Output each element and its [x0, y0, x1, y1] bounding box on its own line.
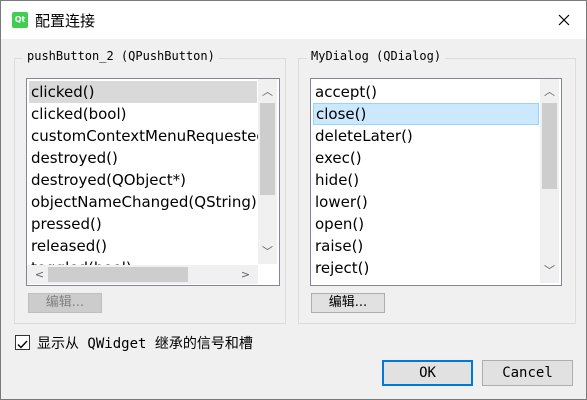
signal-item[interactable]: released()	[29, 235, 107, 257]
scroll-left-icon[interactable]: <	[31, 266, 48, 283]
qt-app-icon: Qt	[12, 12, 28, 28]
show-inherited-label[interactable]: 显示从 QWidget 继承的信号和槽	[37, 333, 253, 353]
slot-item[interactable]: close()	[313, 103, 539, 125]
signal-item[interactable]: pressed()	[29, 213, 102, 235]
scroll-up-icon[interactable]: ︿	[541, 83, 558, 100]
slot-item[interactable]: exec()	[313, 147, 362, 169]
cancel-button[interactable]: Cancel	[482, 360, 573, 386]
signal-list[interactable]: clicked() clicked(bool) customContextMen…	[26, 78, 280, 286]
slot-item[interactable]: open()	[313, 213, 364, 235]
signal-item[interactable]: destroyed(QObject*)	[29, 169, 186, 191]
edit-signals-button[interactable]: 编辑...	[28, 293, 102, 313]
slot-list[interactable]: accept() close() deleteLater() exec() hi…	[310, 78, 562, 286]
edit-slots-button[interactable]: 编辑...	[311, 293, 385, 313]
show-inherited-checkbox[interactable]	[15, 335, 30, 350]
signal-list-hscroll-thumb[interactable]	[48, 267, 188, 282]
checkmark-icon	[17, 340, 28, 349]
signal-item[interactable]: clicked()	[29, 81, 257, 103]
signal-item[interactable]: customContextMenuRequested	[29, 125, 266, 147]
slot-list-vscrollbar[interactable]: ︿ ﹀	[540, 79, 559, 283]
close-window-button[interactable]	[552, 8, 576, 32]
window-title: 配置连接	[35, 12, 96, 30]
title-bar: Qt 配置连接	[1, 1, 586, 39]
slot-item[interactable]: raise()	[313, 235, 363, 257]
slot-list-vscroll-thumb[interactable]	[542, 103, 557, 189]
slot-item[interactable]: accept()	[313, 81, 377, 103]
signal-group-title: pushButton_2 (QPushButton)	[23, 49, 219, 63]
signal-list-vscrollbar[interactable]: ︿ ﹀	[258, 79, 277, 264]
slot-item[interactable]: reject()	[313, 257, 369, 279]
signal-item[interactable]: toggled(bool)	[29, 257, 132, 265]
signal-item[interactable]: destroyed()	[29, 147, 118, 169]
signal-list-vscroll-thumb[interactable]	[260, 103, 275, 195]
signal-item[interactable]: objectNameChanged(QString)	[29, 191, 257, 213]
scroll-down-icon[interactable]: ﹀	[541, 262, 558, 279]
scroll-down-icon[interactable]: ﹀	[259, 243, 276, 260]
slot-item[interactable]: hide()	[313, 169, 359, 191]
signal-item[interactable]: clicked(bool)	[29, 103, 126, 125]
dialog-window: Qt 配置连接 pushButton_2 (QPushButton) click…	[0, 0, 587, 400]
slot-group-title: MyDialog (QDialog)	[307, 49, 446, 63]
slot-item[interactable]: lower()	[313, 191, 368, 213]
slot-item[interactable]: deleteLater()	[313, 125, 413, 147]
scroll-up-icon[interactable]: ︿	[259, 83, 276, 100]
signal-list-hscrollbar[interactable]: < >	[27, 265, 258, 284]
scroll-right-icon[interactable]: >	[237, 266, 254, 283]
ok-button[interactable]: OK	[382, 360, 473, 386]
close-icon	[558, 14, 570, 26]
